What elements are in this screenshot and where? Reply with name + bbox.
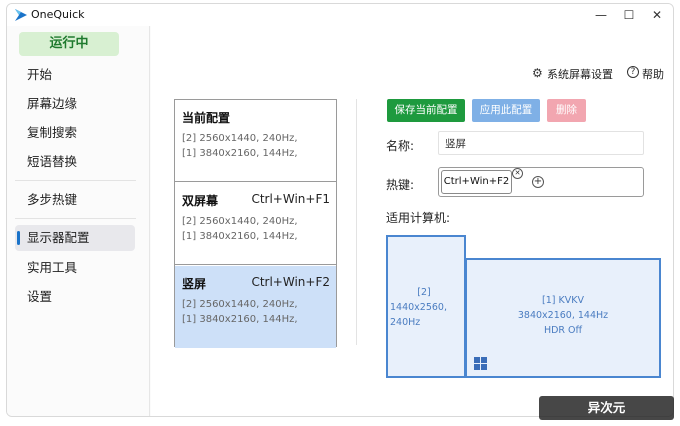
sidebar-item-utilities[interactable]: 实用工具 xyxy=(15,255,135,281)
sidebar-item-settings[interactable]: 设置 xyxy=(15,284,135,310)
hotkey-field[interactable]: Ctrl+Win+F2 ✕ + xyxy=(438,167,644,197)
monitor-refresh-rate: 240Hz xyxy=(390,315,464,330)
sidebar-item-multistep-hotkey[interactable]: 多步热键 xyxy=(15,187,135,213)
config-detail: [2] 2560x1440, 240Hz, xyxy=(182,216,336,227)
monitor-1[interactable]: [1] KVKV 3840x2160, 144Hz HDR Off xyxy=(465,258,661,378)
windows-logo-icon xyxy=(474,357,487,370)
panel-divider xyxy=(356,99,357,345)
sidebar-item-start[interactable]: 开始 xyxy=(15,62,135,88)
monitor-id: [2] xyxy=(390,285,464,300)
status-badge: 运行中 xyxy=(19,32,119,56)
system-display-settings-link[interactable]: 系统屏幕设置 xyxy=(547,66,613,82)
config-detail: [1] 3840x2160, 144Hz, xyxy=(182,231,336,242)
config-detail: [2] 2560x1440, 240Hz, xyxy=(182,299,336,310)
monitor-id: [1] KVKV xyxy=(467,293,659,308)
hotkey-chip-label: Ctrl+Win+F2 xyxy=(444,176,509,187)
config-detail: [2] 2560x1440, 240Hz, xyxy=(182,133,336,144)
onequick-logo-icon xyxy=(15,9,27,21)
app-window: OneQuick — ☐ ✕ 运行中 开始 屏幕边缘 复制搜索 短语替换 多步热… xyxy=(6,3,674,417)
gear-icon[interactable]: ⚙ xyxy=(532,66,543,80)
sidebar-item-copy-search[interactable]: 复制搜索 xyxy=(15,120,135,146)
sidebar-divider xyxy=(15,180,136,181)
add-hotkey-icon[interactable]: + xyxy=(532,176,544,188)
name-input[interactable] xyxy=(438,131,644,155)
close-button[interactable]: ✕ xyxy=(639,4,674,26)
delete-config-button[interactable]: 删除 xyxy=(547,99,586,122)
sidebar-divider xyxy=(15,218,136,219)
help-icon[interactable]: ? xyxy=(627,66,639,78)
monitor-resolution: 1440x2560, xyxy=(390,300,464,315)
help-link[interactable]: 帮助 xyxy=(642,66,664,82)
hotkey-chip[interactable]: Ctrl+Win+F2 ✕ xyxy=(441,170,512,194)
main-panel: ⚙ 系统屏幕设置 ? 帮助 当前配置 [2] 2560x1440, 240Hz,… xyxy=(151,26,674,417)
config-item-current[interactable]: 当前配置 [2] 2560x1440, 240Hz, [1] 3840x2160… xyxy=(175,100,336,182)
config-item-dual-screen[interactable]: 双屏幕 Ctrl+Win+F1 [2] 2560x1440, 240Hz, [1… xyxy=(175,183,336,265)
name-label: 名称: xyxy=(386,137,414,154)
hotkey-label: 热键: xyxy=(386,176,414,193)
config-hotkey: Ctrl+Win+F1 xyxy=(251,192,330,206)
sidebar: 运行中 开始 屏幕边缘 复制搜索 短语替换 多步热键 显示器配置 实用工具 设置 xyxy=(7,26,150,417)
monitor-1-info: [1] KVKV 3840x2160, 144Hz HDR Off xyxy=(467,293,659,338)
config-detail: [1] 3840x2160, 144Hz, xyxy=(182,148,336,159)
sidebar-item-phrase-replace[interactable]: 短语替换 xyxy=(15,149,135,175)
monitor-hdr: HDR Off xyxy=(467,323,659,338)
config-list: 当前配置 [2] 2560x1440, 240Hz, [1] 3840x2160… xyxy=(174,99,337,347)
watermark: 异次元 iPlaySoft.com xyxy=(539,396,674,420)
remove-hotkey-icon[interactable]: ✕ xyxy=(512,168,523,179)
monitor-2[interactable]: [2] 1440x2560, 240Hz xyxy=(386,235,466,378)
apply-config-button[interactable]: 应用此配置 xyxy=(472,99,540,122)
app-title: OneQuick xyxy=(31,8,85,21)
config-name: 当前配置 xyxy=(182,109,336,126)
config-detail: [1] 3840x2160, 144Hz, xyxy=(182,314,336,325)
config-hotkey: Ctrl+Win+F2 xyxy=(251,275,330,289)
monitor-resolution: 3840x2160, 144Hz xyxy=(467,308,659,323)
title-bar: OneQuick — ☐ ✕ xyxy=(7,4,673,26)
monitor-2-info: [2] 1440x2560, 240Hz xyxy=(388,285,464,330)
config-item-portrait[interactable]: 竖屏 Ctrl+Win+F2 [2] 2560x1440, 240Hz, [1]… xyxy=(175,266,336,348)
save-config-button[interactable]: 保存当前配置 xyxy=(387,99,465,122)
sidebar-item-display-config[interactable]: 显示器配置 xyxy=(15,225,135,251)
sidebar-item-screen-edge[interactable]: 屏幕边缘 xyxy=(15,91,135,117)
applicable-computers-label: 适用计算机: xyxy=(386,209,450,226)
